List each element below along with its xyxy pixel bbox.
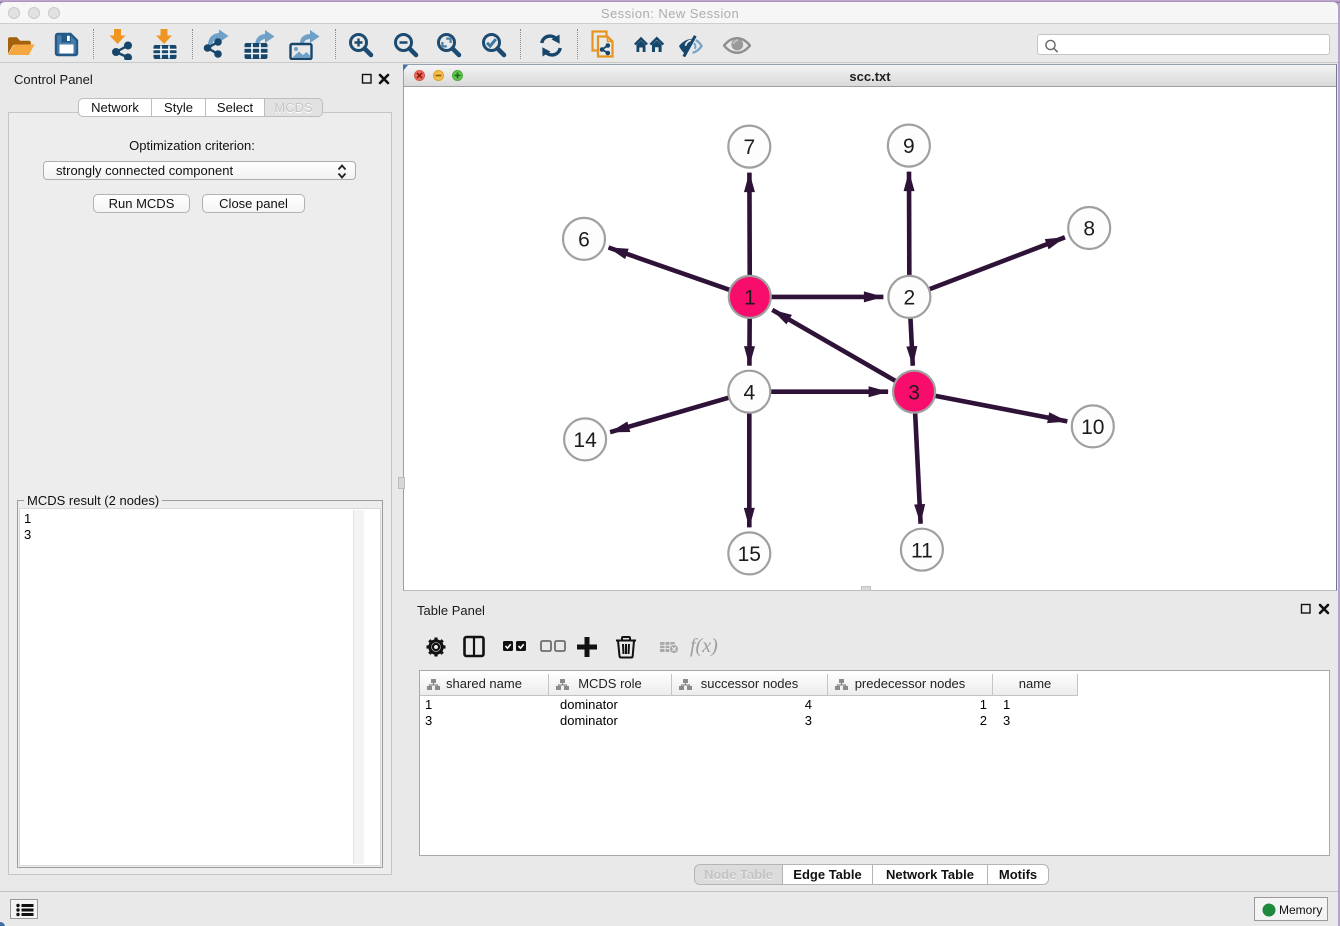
svg-text:10: 10 [1081,416,1104,439]
svg-text:2: 2 [904,287,916,310]
svg-text:9: 9 [903,135,915,158]
svg-text:8: 8 [1083,218,1095,241]
svg-text:14: 14 [573,429,597,452]
svg-text:15: 15 [738,543,761,566]
svg-text:7: 7 [743,136,755,159]
svg-text:1: 1 [744,287,756,310]
svg-text:6: 6 [578,229,590,252]
svg-text:11: 11 [911,539,933,562]
svg-text:4: 4 [743,381,755,404]
svg-text:3: 3 [908,381,920,404]
